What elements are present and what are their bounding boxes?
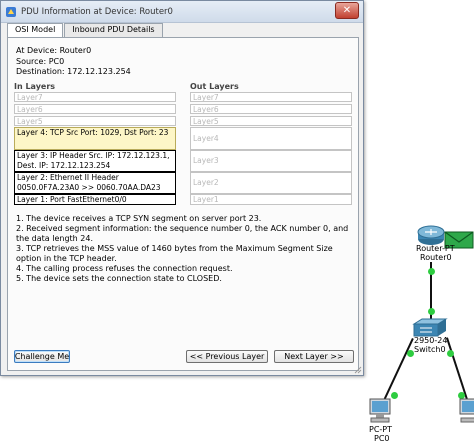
close-icon: ✕	[342, 5, 352, 16]
close-button[interactable]: ✕	[335, 2, 359, 19]
pc-name-label: PC0	[374, 434, 390, 443]
pc-model-label: PC-PT	[369, 425, 393, 434]
packet-tracer-icon	[6, 6, 16, 17]
out-layer-2[interactable]: Layer2	[190, 172, 352, 194]
resize-grip-icon[interactable]	[354, 366, 362, 374]
out-layer-7[interactable]: Layer7	[190, 92, 352, 102]
step-text: 5. The device sets the connection state …	[16, 274, 222, 283]
processing-steps: 1. The device receives a TCP SYN segment…	[16, 214, 351, 284]
next-layer-button[interactable]: Next Layer >>	[274, 350, 354, 363]
out-layer-6[interactable]: Layer6	[190, 104, 352, 114]
out-layer-4[interactable]: Layer4	[190, 127, 352, 150]
link-status-dot	[447, 350, 454, 357]
device-text: At Device: Router0	[16, 46, 92, 55]
out-layer-5[interactable]: Layer5	[190, 116, 352, 126]
pdu-summary: At Device: Router0 Source: PC0 Destinati…	[16, 46, 131, 78]
in-layer-4[interactable]: Layer 4: TCP Src Port: 1029, Dst Port: 2…	[14, 127, 176, 150]
in-layers-header: In Layers	[14, 82, 56, 91]
challenge-me-button[interactable]: Challenge Me	[14, 350, 70, 363]
out-layer-1[interactable]: Layer1	[190, 194, 352, 205]
pc-icon[interactable]	[368, 398, 392, 424]
router-icon[interactable]	[416, 224, 446, 246]
in-layer-6[interactable]: Layer6	[14, 104, 176, 114]
link-status-dot	[428, 268, 435, 275]
osi-model-panel: At Device: Router0 Source: PC0 Destinati…	[7, 37, 359, 371]
source-text: Source: PC0	[16, 56, 65, 66]
in-layer-5[interactable]: Layer5	[14, 116, 176, 126]
in-layer-3[interactable]: Layer 3: IP Header Src. IP: 172.12.123.1…	[14, 150, 176, 172]
switch-model-label: 2950-24	[414, 336, 448, 345]
tab-bar: OSI Model Inbound PDU Details	[7, 23, 164, 39]
in-layer-2[interactable]: Layer 2: Ethernet II Header 0050.0F7A.23…	[14, 172, 176, 194]
title-bar[interactable]: PDU Information at Device: Router0 ✕	[1, 1, 363, 23]
destination-text: Destination: 172.12.123.254	[16, 67, 131, 76]
pc-icon[interactable]	[458, 398, 474, 424]
router-name-label: Router0	[420, 253, 452, 262]
router-model-label: Router-PT	[416, 244, 455, 253]
link-status-dot	[391, 392, 398, 399]
out-layer-3[interactable]: Layer3	[190, 150, 352, 172]
window-title: PDU Information at Device: Router0	[21, 6, 173, 17]
pdu-info-dialog: PDU Information at Device: Router0 ✕ OSI…	[0, 0, 364, 376]
in-layer-7[interactable]: Layer7	[14, 92, 176, 102]
step-text: 2. Received segment information: the seq…	[16, 224, 349, 243]
step-text: 3. TCP retrieves the MSS value of 1460 b…	[16, 244, 333, 263]
step-text: 1. The device receives a TCP SYN segment…	[16, 214, 262, 223]
link-status-dot	[428, 308, 435, 315]
in-layer-1[interactable]: Layer 1: Port FastEthernet0/0	[14, 194, 176, 205]
link-status-dot	[407, 350, 414, 357]
previous-layer-button[interactable]: << Previous Layer	[186, 350, 268, 363]
out-layers-header: Out Layers	[190, 82, 239, 91]
switch-icon[interactable]	[412, 318, 448, 338]
step-text: 4. The calling process refuses the conne…	[16, 264, 233, 273]
tab-inbound-pdu-details[interactable]: Inbound PDU Details	[64, 23, 163, 38]
switch-name-label: Switch0	[414, 345, 446, 354]
